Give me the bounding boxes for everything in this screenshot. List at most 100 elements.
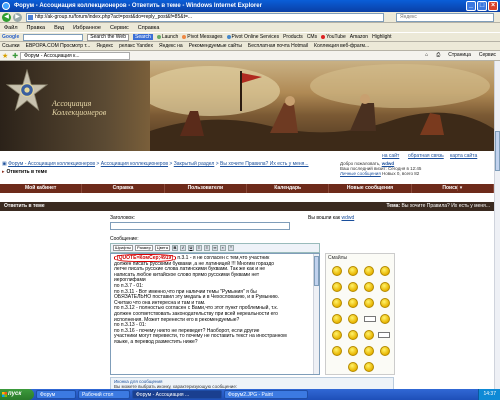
smiley-icon[interactable]	[380, 346, 390, 356]
smiley-icon[interactable]	[380, 282, 390, 292]
smiley-icon[interactable]	[332, 330, 342, 340]
taskbar-item-ie[interactable]: Форум - Ассоциация ...	[132, 390, 222, 399]
close-button[interactable]: ×	[488, 1, 498, 11]
smiley-icon[interactable]	[332, 346, 342, 356]
nav-help[interactable]: Справка	[82, 184, 165, 193]
link-webslices[interactable]: Коллекция веб-фрагм...	[314, 43, 369, 49]
link-recommended[interactable]: Рекомендуемые сайты	[189, 43, 242, 49]
smiley-icon[interactable]	[348, 362, 358, 372]
nav-new-messages[interactable]: Новые сообщения	[329, 184, 412, 193]
online-services-button[interactable]: Pivot Online Services	[226, 34, 279, 40]
breadcrumb-forum[interactable]: Форум - Ассоциация коллекционеров	[8, 161, 95, 167]
link-yandex-na[interactable]: Яндекс на	[159, 43, 183, 49]
print-icon[interactable]: ⎙	[436, 52, 440, 58]
smiley-icon[interactable]	[348, 266, 358, 276]
italic-icon[interactable]: I	[179, 245, 186, 251]
subject-input[interactable]	[110, 222, 290, 230]
smiley-icon[interactable]	[348, 298, 358, 308]
tab-forum[interactable]: Форум - Ассоциация к...	[20, 51, 131, 60]
link-sitemap[interactable]: карта сайта	[450, 153, 477, 159]
link-icon[interactable]: ∞	[211, 245, 218, 251]
menu-favorites[interactable]: Избранное	[72, 25, 102, 31]
nav-search[interactable]: Поиск ▾	[412, 184, 494, 193]
breadcrumb-topic[interactable]: Вы хочите Правила? Их есть у меня...	[220, 161, 309, 167]
tools-menu[interactable]: Сервис	[479, 52, 496, 58]
taskbar-item-desktop[interactable]: Рабочий стол	[78, 390, 130, 399]
smiley-icon[interactable]	[364, 282, 374, 292]
menu-help[interactable]: Справка	[137, 25, 161, 31]
forward-button[interactable]: ▶	[13, 13, 22, 22]
home-icon[interactable]: ⌂	[425, 52, 428, 58]
align-center-icon[interactable]: ≡	[203, 245, 210, 251]
font-select[interactable]: Шрифты	[113, 245, 134, 251]
bold-icon[interactable]: B	[171, 245, 178, 251]
author-link[interactable]: wdwd	[341, 215, 354, 221]
link-yandex[interactable]: Яндекс	[96, 43, 113, 49]
minimize-button[interactable]: _	[466, 1, 476, 11]
message-scroll-thumb[interactable]	[314, 256, 319, 286]
smiley-icon[interactable]	[380, 298, 390, 308]
breadcrumb-association[interactable]: Ассоциация коллекционеров	[101, 161, 168, 167]
sign-smiley-icon[interactable]	[378, 332, 390, 338]
nav-calendar[interactable]: Календарь	[247, 184, 330, 193]
link-hotmail[interactable]: Бесплатная почта Hotmail	[248, 43, 308, 49]
message-textarea[interactable]: [QUOTE=КомСер;4919] п.3.1 - я не согласе…	[110, 253, 320, 375]
favorites-star-icon[interactable]: ★	[2, 52, 8, 60]
messages-button[interactable]: Pivot Messages	[182, 34, 223, 40]
smiley-icon[interactable]	[364, 266, 374, 276]
smiley-icon[interactable]	[348, 314, 358, 324]
link-feedback[interactable]: обратная связь	[408, 153, 444, 159]
maximize-button[interactable]: □	[477, 1, 487, 11]
smiley-icon[interactable]	[348, 330, 358, 340]
products-button[interactable]: Products	[283, 34, 303, 40]
google-search-input[interactable]	[23, 33, 84, 41]
page-menu[interactable]: Страница	[448, 52, 471, 58]
launch-button[interactable]: Launch	[156, 34, 178, 40]
cms-button[interactable]: CMs	[307, 34, 317, 40]
taskbar-item-forum[interactable]: Форум	[36, 390, 76, 399]
smiley-icon[interactable]	[364, 362, 374, 372]
taskbar-item-paint[interactable]: Форум2.JPG - Paint	[224, 390, 308, 399]
smiley-icon[interactable]	[348, 346, 358, 356]
menu-file[interactable]: Файл	[3, 25, 19, 31]
search-box[interactable]: Яндекс	[396, 13, 494, 22]
smiley-icon[interactable]	[332, 282, 342, 292]
nav-users[interactable]: Пользователи	[165, 184, 247, 193]
smiley-icon[interactable]	[380, 314, 390, 324]
smiley-icon[interactable]	[332, 266, 342, 276]
size-select[interactable]: Размер	[135, 245, 153, 251]
link-to-site[interactable]: на сайт	[382, 153, 399, 159]
menu-tools[interactable]: Сервис	[109, 25, 130, 31]
menu-view[interactable]: Вид	[53, 25, 65, 31]
menu-edit[interactable]: Правка	[26, 25, 47, 31]
search-web-button[interactable]: Search the Web	[87, 33, 129, 41]
highlight-button[interactable]: Highlight	[372, 34, 391, 40]
smiley-icon[interactable]	[364, 346, 374, 356]
smiley-icon[interactable]	[364, 330, 374, 340]
search-button[interactable]: Search	[133, 34, 153, 40]
image-icon[interactable]: ▪	[219, 245, 226, 251]
underline-icon[interactable]: U	[187, 245, 194, 251]
quote-icon[interactable]: "	[227, 245, 234, 251]
address-input[interactable]: http://ak-group.ru/forum/index.php?act=p…	[26, 13, 384, 22]
link-relax[interactable]: релакс Yandex	[119, 43, 153, 49]
message-scrollbar[interactable]	[313, 254, 319, 374]
smiley-icon[interactable]	[364, 298, 374, 308]
sign-smiley-icon[interactable]	[364, 316, 376, 322]
youtube-button[interactable]: YouTube	[321, 34, 346, 40]
add-favorites-icon[interactable]: ✚	[12, 52, 18, 60]
breadcrumb-closed-section[interactable]: Закрытый раздел	[174, 161, 215, 167]
smiley-icon[interactable]	[380, 266, 390, 276]
page-scrollbar[interactable]	[494, 61, 500, 389]
amazon-button[interactable]: Amazon	[350, 34, 368, 40]
color-select[interactable]: Цвета	[154, 245, 170, 251]
smiley-icon[interactable]	[332, 298, 342, 308]
smiley-icon[interactable]	[348, 282, 358, 292]
smiley-icon[interactable]	[332, 314, 342, 324]
private-messages-link[interactable]: Личные сообщения	[340, 171, 381, 176]
start-button[interactable]: пуск	[0, 389, 34, 400]
back-button[interactable]: ◀	[2, 13, 11, 22]
align-left-icon[interactable]: ≡	[195, 245, 202, 251]
page-scroll-thumb[interactable]	[495, 131, 500, 171]
nav-my-cabinet[interactable]: Мой кабинет	[0, 184, 83, 193]
